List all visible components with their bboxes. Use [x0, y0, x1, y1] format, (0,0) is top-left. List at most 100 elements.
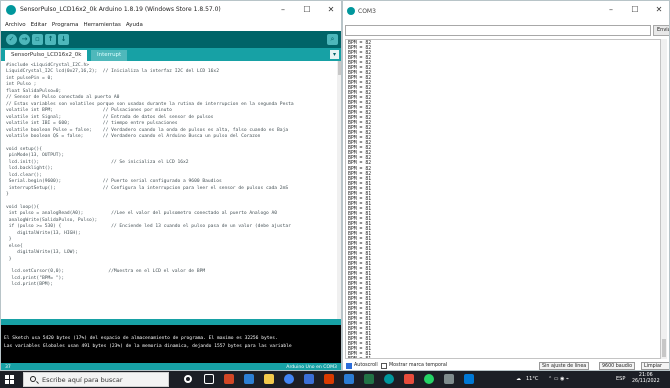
tab-sensorpulso[interactable]: SensorPulso_LCD16x2_0k	[5, 50, 88, 61]
code-line: int Pulso ;	[6, 82, 37, 88]
serial-output-line: BPM = 81	[348, 357, 371, 358]
windows-start-icon[interactable]	[5, 375, 14, 384]
line-number: 37	[5, 365, 11, 370]
serial-input[interactable]	[345, 25, 651, 36]
app-icon[interactable]	[464, 374, 474, 384]
menu-ayuda[interactable]: Ayuda	[126, 19, 143, 31]
menu-editar[interactable]: Editar	[31, 19, 47, 31]
serial-options-bar: Autoscroll Mostrar marca temporal Sin aj…	[343, 361, 669, 370]
close-icon[interactable]: ✕	[319, 1, 341, 19]
arduino-taskbar-icon[interactable]	[384, 374, 394, 384]
upload-icon[interactable]: →	[19, 34, 30, 45]
maximize-icon[interactable]: ☐	[623, 1, 647, 19]
console-line: El Sketch usa 5420 bytes (17%) del espac…	[4, 336, 278, 341]
code-line: }	[6, 237, 12, 243]
code-line: volatile int BPM; // Pulsaciones por min…	[6, 108, 172, 114]
timestamp-label: Mostrar marca temporal	[389, 363, 448, 368]
serial-scrollbar[interactable]	[661, 39, 667, 359]
menu-archivo[interactable]: Archivo	[5, 19, 26, 31]
app-icon[interactable]	[404, 374, 414, 384]
arduino-app-icon	[6, 5, 16, 15]
search-placeholder: Escribe aquí para buscar	[42, 376, 123, 384]
line-ending-select[interactable]: Sin ajuste de línea	[539, 362, 590, 370]
code-line: analogWrite(SalidaPulso, Pulso);	[6, 217, 98, 223]
input-language[interactable]: ESP	[616, 371, 625, 388]
excel-icon[interactable]	[364, 374, 374, 384]
code-line: float SalidaPulso=0;	[6, 88, 62, 94]
minimize-icon[interactable]: –	[271, 1, 295, 19]
serial-window-title: COM3	[358, 8, 376, 15]
weather-icon[interactable]: ☁	[516, 371, 521, 388]
ide-tab-bar: SensorPulso_LCD16x2_0k Interrupt ▾	[1, 48, 341, 61]
code-line: #include <LiquidCrystal_I2C.h>	[6, 63, 89, 68]
code-line: LiquidCrystal_I2C lcd(0x27,16,2); // Ini…	[6, 69, 219, 75]
send-button[interactable]: Enviar	[653, 25, 669, 36]
autoscroll-label: Autoscroll	[354, 363, 378, 368]
code-line: }	[6, 256, 12, 262]
chrome-icon[interactable]	[284, 374, 294, 384]
baud-rate-select[interactable]: 9600 baudio	[599, 362, 636, 370]
new-sketch-icon[interactable]: ▫	[32, 34, 43, 45]
timestamp-checkbox[interactable]	[381, 363, 387, 369]
code-line: else{	[6, 243, 23, 249]
word-icon[interactable]	[344, 374, 354, 384]
clear-output-button[interactable]: Limpiar salida	[641, 362, 669, 370]
code-line: if (pulso >= 530) { // Enciende led 13 c…	[6, 224, 291, 230]
code-line: volatile int Signal; // Entrada de datos…	[6, 114, 214, 120]
weather-temp[interactable]: 11°C	[526, 371, 538, 388]
office-app-icon[interactable]	[224, 374, 234, 384]
cortana-icon[interactable]	[184, 375, 192, 383]
serial-window-controls: – ☐ ✕	[599, 1, 669, 19]
code-line: pinMode(13, OUTPUT);	[6, 153, 65, 159]
board-port-label: Arduino Uno en COM3	[286, 365, 337, 370]
app-icon[interactable]	[444, 374, 454, 384]
search-icon	[30, 376, 36, 382]
compiler-console: El Sketch usa 5420 bytes (17%) del espac…	[1, 325, 341, 363]
edge-browser-icon[interactable]	[244, 374, 254, 384]
code-line: interruptSetup(); // Configura la interr…	[6, 185, 289, 191]
ide-toolbar: ✓ → ▫ ↑ ↓ ⌕	[1, 31, 341, 48]
whatsapp-icon[interactable]	[424, 374, 434, 384]
code-line: }	[6, 192, 9, 197]
ide-title-bar: SensorPulso_LCD16x2_0k Arduino 1.8.19 (W…	[1, 1, 341, 19]
code-line: void setup(){	[6, 146, 42, 152]
close-icon[interactable]: ✕	[647, 1, 669, 19]
code-line: // Estas variables son volatiles porque …	[6, 101, 294, 107]
code-editor[interactable]: #include <LiquidCrystal_I2C.h> LiquidCrys…	[1, 61, 337, 319]
tray-icons[interactable]: ⌃ ▭ ◉ ⌁	[548, 371, 569, 388]
store-icon[interactable]	[304, 374, 314, 384]
serial-scroll-thumb[interactable]	[662, 339, 666, 357]
code-line: lcd.backlight();	[6, 166, 54, 172]
arduino-ide-window: SensorPulso_LCD16x2_0k Arduino 1.8.19 (W…	[0, 0, 342, 371]
task-view-icon[interactable]	[204, 374, 214, 384]
code-line: // Sensor de Pulso conectado al puerto A…	[6, 95, 120, 101]
powerpoint-icon[interactable]	[324, 374, 334, 384]
serial-title-bar: COM3 – ☐ ✕	[343, 1, 669, 23]
ide-window-title: SensorPulso_LCD16x2_0k Arduino 1.8.19 (W…	[20, 6, 221, 13]
code-line: void loop(){	[6, 204, 40, 210]
maximize-icon[interactable]: ☐	[295, 1, 319, 19]
code-line: digitalWrite(13, HIGH);	[6, 230, 81, 236]
autoscroll-checkbox[interactable]	[346, 363, 352, 369]
serial-monitor-window: COM3 – ☐ ✕ Enviar BPM = 82BPM = 82BPM = …	[342, 0, 670, 371]
menu-programa[interactable]: Programa	[52, 19, 79, 31]
menu-herramientas[interactable]: Herramientas	[83, 19, 120, 31]
code-line: Serial.begin(9600); // Puerto serial con…	[6, 179, 222, 185]
code-line: lcd.print(BPM);	[6, 282, 54, 288]
file-explorer-icon[interactable]	[264, 374, 274, 384]
open-sketch-icon[interactable]: ↑	[45, 34, 56, 45]
serial-monitor-icon[interactable]: ⌕	[327, 34, 338, 45]
verify-icon[interactable]: ✓	[6, 34, 17, 45]
taskbar-clock[interactable]: 21:06 26/11/2022	[632, 373, 660, 385]
tab-interrupt[interactable]: Interrupt	[91, 50, 128, 61]
ide-menu-bar: Archivo Editar Programa Herramientas Ayu…	[1, 19, 341, 31]
taskbar-search[interactable]: Escribe aquí para buscar	[23, 372, 169, 387]
ide-window-controls: – ☐ ✕	[271, 1, 341, 19]
serial-output[interactable]: BPM = 82 BPM = 82 BPM = 82 BPM = 82 BPM = 82…	[345, 39, 661, 359]
code-line: lcd.clear();	[6, 172, 42, 178]
clock-date: 26/11/2022	[632, 379, 660, 384]
save-sketch-icon[interactable]: ↓	[58, 34, 69, 45]
windows-taskbar: Escribe aquí para buscar ☁ 11°C ⌃ ▭ ◉ ⌁ …	[0, 371, 670, 388]
minimize-icon[interactable]: –	[599, 1, 623, 19]
tab-menu-icon[interactable]: ▾	[330, 50, 339, 59]
